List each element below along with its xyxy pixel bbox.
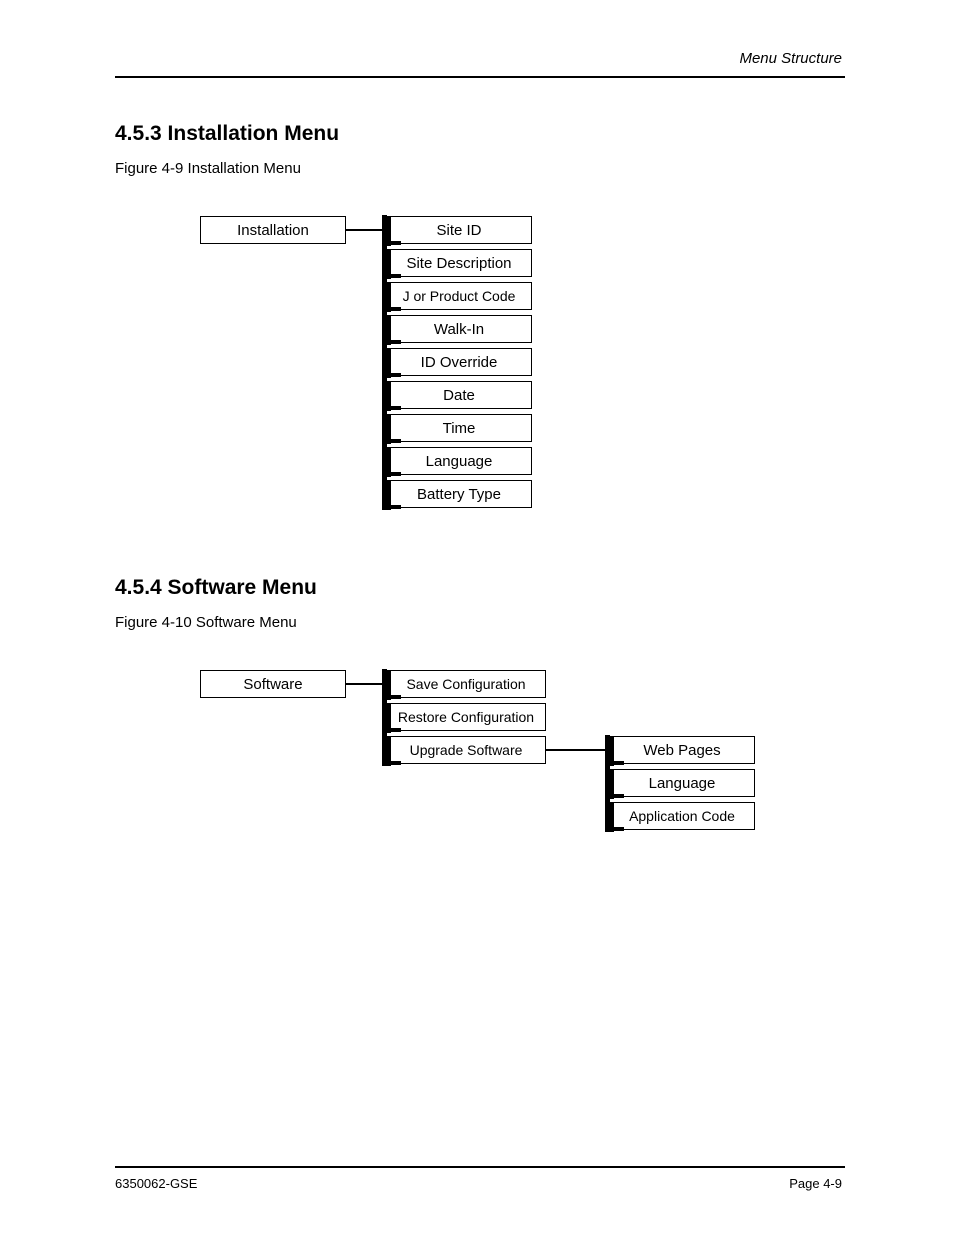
connector-h-software-root — [346, 683, 383, 685]
connector-h-installation — [346, 229, 383, 231]
rule-bottom — [115, 1166, 845, 1168]
node-save-configuration: Save Configuration — [386, 670, 546, 698]
footer-page-number: Page 4-9 — [789, 1176, 842, 1191]
figure-caption-installation: Figure 4-9 Installation Menu — [115, 160, 301, 177]
node-site-id: Site ID — [386, 216, 532, 244]
footer-doc-number: 6350062-GSE — [115, 1176, 197, 1191]
document-page: Menu Structure 4.5.3 Installation Menu F… — [0, 0, 954, 1235]
node-walk-in: Walk-In — [386, 315, 532, 343]
node-time: Time — [386, 414, 532, 442]
node-upgrade-software: Upgrade Software — [386, 736, 546, 764]
node-language: Language — [386, 447, 532, 475]
connector-h-upgrade — [546, 749, 606, 751]
node-battery-type: Battery Type — [386, 480, 532, 508]
node-web-pages: Web Pages — [609, 736, 755, 764]
node-j-or-product-code: J or Product Code — [386, 282, 532, 310]
node-software-root: Software — [200, 670, 346, 698]
node-application-code: Application Code — [609, 802, 755, 830]
rule-top — [115, 76, 845, 78]
node-installation-root: Installation — [200, 216, 346, 244]
node-id-override: ID Override — [386, 348, 532, 376]
node-restore-configuration: Restore Configuration — [386, 703, 546, 731]
running-header: Menu Structure — [739, 50, 842, 67]
figure-caption-software: Figure 4-10 Software Menu — [115, 614, 297, 631]
node-upgrade-language: Language — [609, 769, 755, 797]
section-title-software: 4.5.4 Software Menu — [115, 576, 317, 600]
section-title-installation: 4.5.3 Installation Menu — [115, 122, 339, 146]
node-site-description: Site Description — [386, 249, 532, 277]
node-date: Date — [386, 381, 532, 409]
